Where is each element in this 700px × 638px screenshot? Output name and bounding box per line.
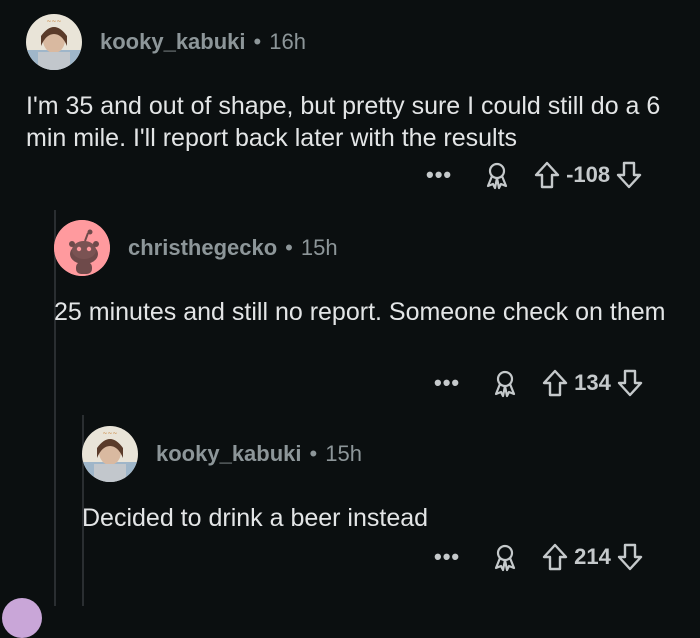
award-icon[interactable] xyxy=(482,160,512,190)
meta-separator: • xyxy=(253,29,262,54)
downvote-arrow-icon[interactable] xyxy=(616,161,642,189)
more-options-icon[interactable]: ••• xyxy=(434,544,460,570)
username[interactable]: kooky_kabuki xyxy=(156,441,302,467)
next-comment-avatar-partial xyxy=(2,598,42,638)
comment-actions: ••• 214 xyxy=(434,542,643,572)
award-icon[interactable] xyxy=(490,542,520,572)
vote-count: -108 xyxy=(566,162,611,187)
downvote-arrow-icon[interactable] xyxy=(617,369,643,397)
timestamp: 15h xyxy=(325,441,362,466)
upvote-arrow-icon[interactable] xyxy=(542,369,568,397)
vote-count: 214 xyxy=(574,544,611,569)
meta-separator: • xyxy=(309,441,318,466)
avatar[interactable]: ~~~ xyxy=(26,14,82,70)
svg-text:~~~: ~~~ xyxy=(46,18,61,25)
more-options-icon[interactable]: ••• xyxy=(434,370,460,396)
more-options-icon[interactable]: ••• xyxy=(426,162,452,188)
comment-2: christhegecko • 15h 25 minutes and still… xyxy=(54,220,674,328)
award-icon[interactable] xyxy=(490,368,520,398)
username[interactable]: christhegecko xyxy=(128,235,277,261)
snoo-avatar-icon[interactable] xyxy=(54,220,110,276)
comment-body: I'm 35 and out of shape, but pretty sure… xyxy=(26,92,661,152)
comment-header: ~~~ kooky_kabuki • 16h xyxy=(26,14,676,70)
avatar[interactable]: ~~~ xyxy=(82,426,138,482)
comment-actions: ••• 134 xyxy=(434,368,643,398)
comment-1: ~~~ kooky_kabuki • 16h I'm 35 and out of… xyxy=(26,14,676,154)
comment-header: christhegecko • 15h xyxy=(54,220,674,276)
comment-header: ~~~ kooky_kabuki • 15h xyxy=(82,426,672,482)
timestamp: 15h xyxy=(300,235,338,260)
comment-3: ~~~ kooky_kabuki • 15h Decided to drink … xyxy=(82,426,672,534)
upvote-arrow-icon[interactable] xyxy=(542,543,568,571)
timestamp: 16h xyxy=(269,29,306,54)
username[interactable]: kooky_kabuki xyxy=(100,29,246,55)
comment-body: Decided to drink a beer instead xyxy=(82,504,429,532)
comment-body: 25 minutes and still no report. Someone … xyxy=(54,298,666,326)
vote-count: 134 xyxy=(574,370,611,395)
svg-text:~~~: ~~~ xyxy=(102,430,117,437)
comment-actions: ••• -108 xyxy=(426,160,642,190)
meta-separator: • xyxy=(285,235,293,260)
downvote-arrow-icon[interactable] xyxy=(617,543,643,571)
upvote-arrow-icon[interactable] xyxy=(534,161,560,189)
